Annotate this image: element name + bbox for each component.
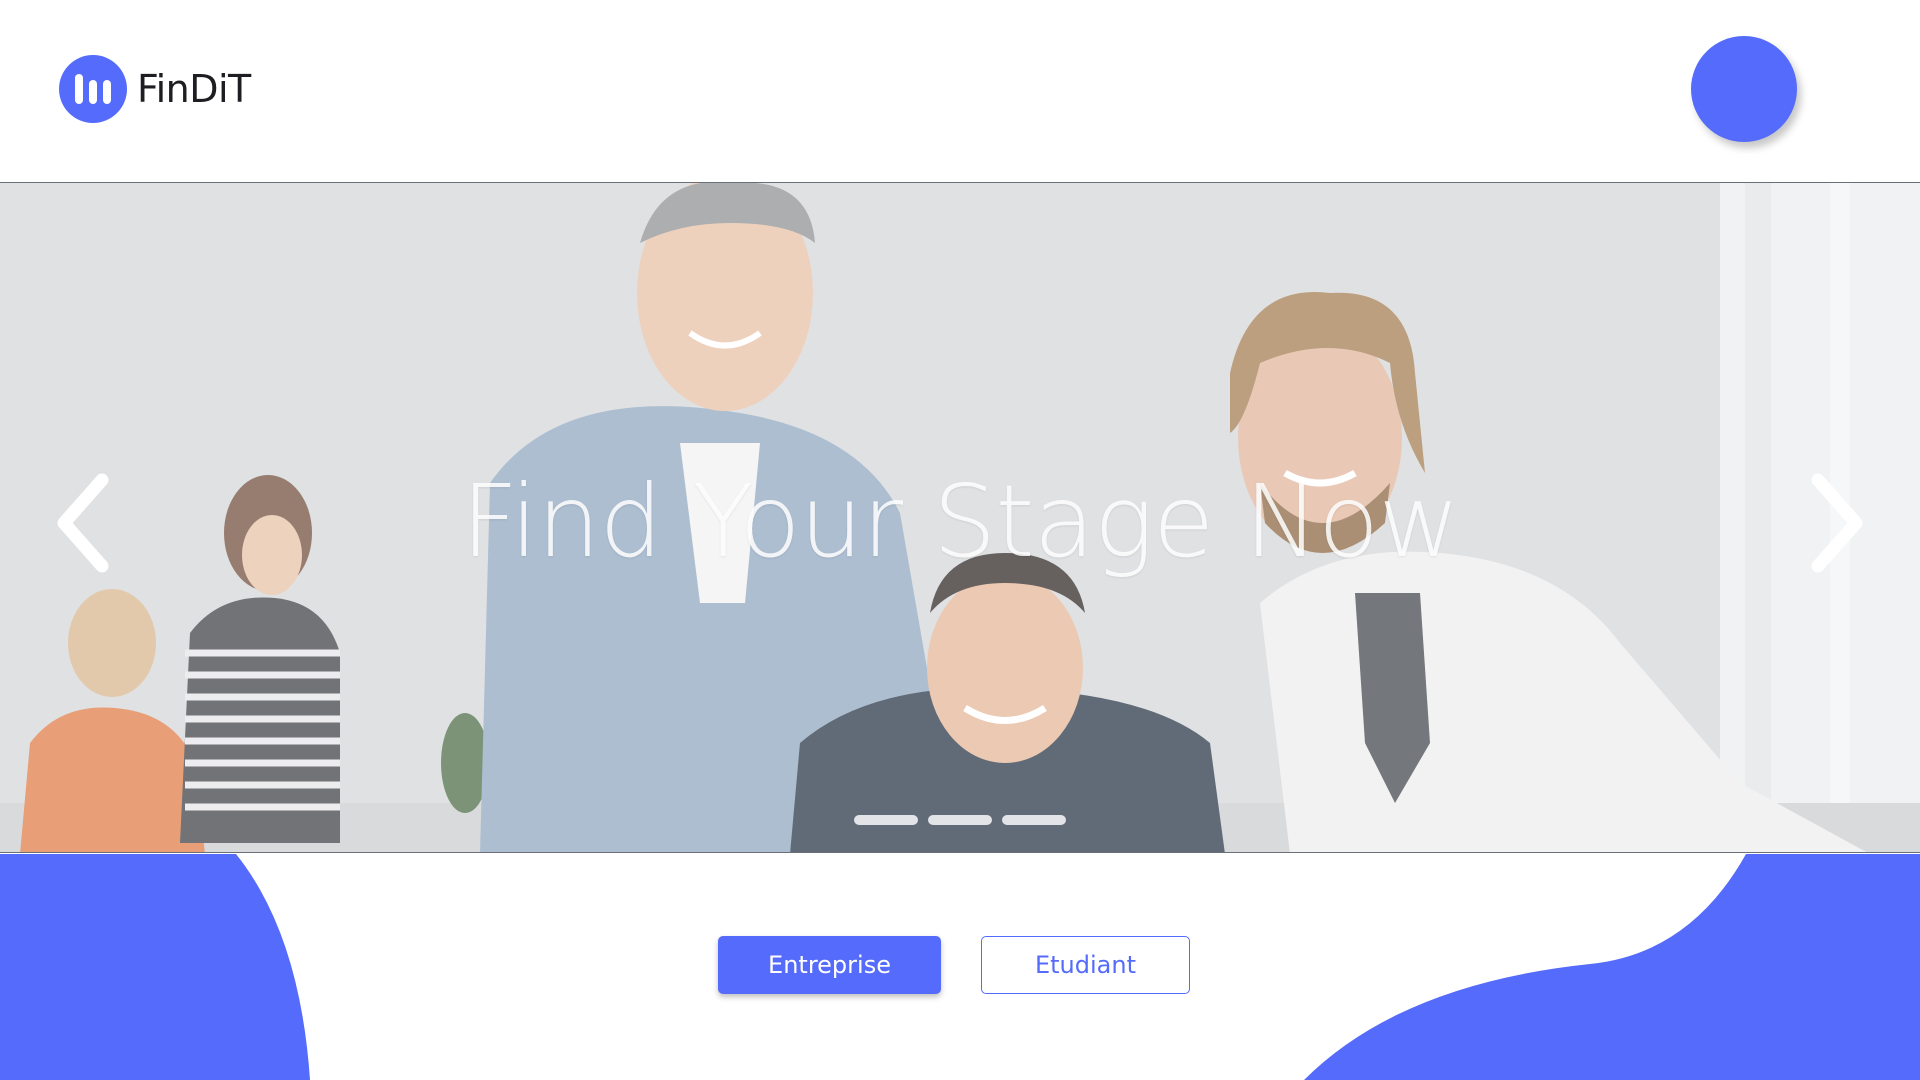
header: FinDiT — [0, 0, 1920, 182]
brand-name: FinDiT — [137, 67, 251, 111]
user-avatar[interactable] — [1691, 36, 1797, 142]
decorative-blob-left — [0, 854, 310, 1080]
carousel-indicator-1[interactable] — [854, 815, 918, 825]
decorative-blob-right — [1304, 854, 1920, 1080]
entreprise-button[interactable]: Entreprise — [718, 936, 941, 994]
bars-icon — [59, 55, 127, 123]
hero-title: Find Your Stage Now — [461, 463, 1460, 580]
logo[interactable]: FinDiT — [59, 55, 251, 123]
carousel-indicator-3[interactable] — [1002, 815, 1066, 825]
etudiant-button[interactable]: Etudiant — [981, 936, 1190, 994]
hero-carousel: Find Your Stage Now — [0, 182, 1920, 853]
carousel-indicators — [854, 815, 1066, 825]
landing-page: FinDiT Find Your Stage Now Entreprise Et… — [0, 0, 1920, 1080]
carousel-indicator-2[interactable] — [928, 815, 992, 825]
